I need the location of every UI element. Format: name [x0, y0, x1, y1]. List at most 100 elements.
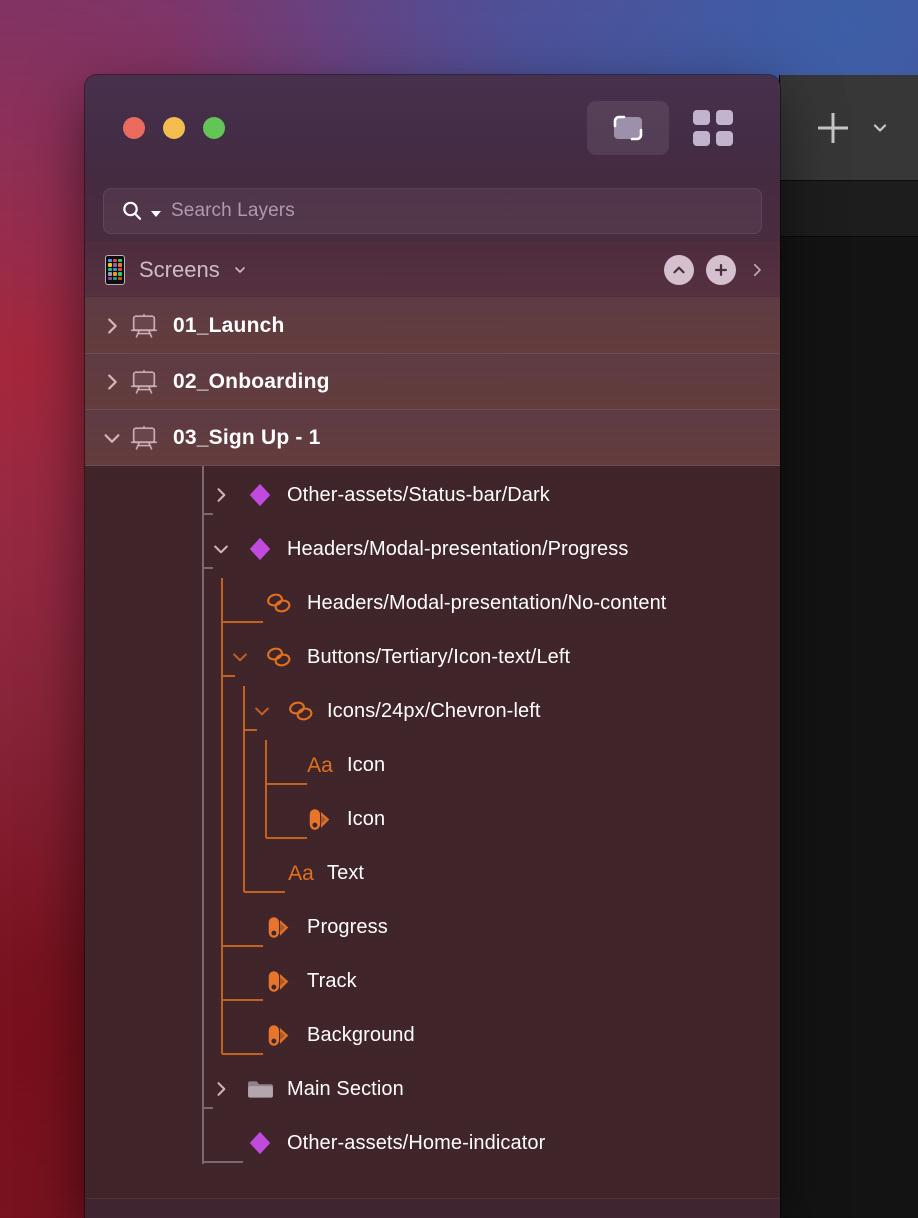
- chevron-down-icon: [255, 707, 269, 716]
- layer-label: Background: [307, 1023, 415, 1046]
- symbol-diamond-icon: [249, 1131, 271, 1155]
- layer-label: Track: [307, 969, 357, 992]
- layer-icon: [245, 534, 275, 564]
- layer-label: Icons/24px/Chevron-left: [327, 699, 541, 722]
- phone-icon-cell: [118, 276, 122, 281]
- artboard-icon: [129, 369, 159, 395]
- symbol-instance-icon: [267, 647, 291, 667]
- page-actions: [664, 242, 766, 297]
- grid-view-icon: [693, 110, 733, 146]
- layer-row[interactable]: Main Section: [85, 1062, 780, 1116]
- layer-row[interactable]: Icons/24px/Chevron-left: [85, 684, 780, 738]
- layer-twisty[interactable]: [209, 483, 233, 507]
- layer-row[interactable]: Background: [85, 1008, 780, 1062]
- phone-icon-cell: [113, 272, 117, 276]
- layer-twisty[interactable]: [228, 645, 252, 669]
- phone-icon-cell: [108, 263, 112, 267]
- search-input[interactable]: Search Layers: [103, 188, 762, 234]
- artboard-twisty[interactable]: [101, 315, 123, 337]
- phone-icon-cell: [108, 272, 112, 276]
- artboard-icon: [129, 313, 159, 339]
- phone-icon-cell: [108, 258, 112, 263]
- artboard-icon: [130, 425, 158, 450]
- layer-icon: Aa: [286, 858, 316, 888]
- background-window[interactable]: [779, 75, 918, 1218]
- artboard-label: 01_Launch: [173, 313, 285, 337]
- chevron-down-icon[interactable]: [232, 262, 248, 278]
- layer-row[interactable]: Other-assets/Home-indicator: [85, 1116, 780, 1170]
- page-header-row[interactable]: Screens: [85, 242, 780, 298]
- plus-icon[interactable]: [818, 113, 848, 143]
- chevron-down-icon[interactable]: [870, 118, 890, 138]
- symbol-instance-icon: [289, 701, 313, 721]
- layer-row[interactable]: Buttons/Tertiary/Icon-text/Left: [85, 630, 780, 684]
- layer-row[interactable]: Track: [85, 954, 780, 1008]
- chevron-down-icon: [233, 653, 247, 662]
- artboard-twisty[interactable]: [101, 371, 123, 393]
- layer-icon: [245, 480, 275, 510]
- artboard-twisty[interactable]: [101, 427, 123, 449]
- view-toggle-group: [587, 101, 745, 155]
- artboard-icon: [130, 369, 158, 394]
- phone-icon: [105, 254, 125, 285]
- search-scope-caret-icon[interactable]: [151, 211, 161, 217]
- layer-row[interactable]: Progress: [85, 900, 780, 954]
- next-page-button[interactable]: [748, 261, 766, 279]
- layer-icon: [245, 1128, 275, 1158]
- chevron-right-icon: [108, 373, 117, 390]
- artboard-label: 03_Sign Up - 1: [173, 425, 321, 449]
- layer-icon: [264, 588, 294, 618]
- layer-label: Other-assets/Status-bar/Dark: [287, 483, 550, 506]
- layer-icon: Aa: [305, 750, 335, 780]
- symbol-diamond-icon: [249, 483, 271, 507]
- layer-label: Main Section: [287, 1077, 404, 1100]
- layer-icon: [264, 912, 294, 942]
- symbol-diamond-icon: [249, 537, 271, 561]
- shape-layer-icon: [268, 916, 289, 938]
- layer-row[interactable]: Headers/Modal-presentation/Progress: [85, 522, 780, 576]
- layer-icon: [305, 804, 335, 834]
- close-button[interactable]: [123, 116, 145, 139]
- layer-row[interactable]: Icon: [85, 792, 780, 846]
- phone-icon-cell: [108, 267, 112, 272]
- collapse-all-button[interactable]: [664, 254, 694, 285]
- phone-icon-cell: [118, 263, 122, 267]
- background-window-toolbar: [780, 75, 918, 181]
- layer-row[interactable]: Other-assets/Status-bar/Dark: [85, 468, 780, 522]
- layer-row[interactable]: Aa Icon: [85, 738, 780, 792]
- layer-label: Text: [327, 861, 365, 884]
- artboard-row[interactable]: 02_Onboarding: [85, 354, 780, 410]
- search-placeholder-text: Search Layers: [171, 200, 295, 221]
- add-artboard-button[interactable]: [706, 254, 736, 285]
- layer-twisty[interactable]: [209, 1077, 233, 1101]
- grid-view-button[interactable]: [681, 101, 745, 155]
- canvas-view-icon: [613, 115, 643, 141]
- phone-icon-cell: [113, 276, 117, 281]
- layer-twisty[interactable]: [250, 699, 274, 723]
- chevron-right-icon: [217, 1082, 226, 1096]
- artboard-icon: [129, 425, 159, 451]
- canvas-view-button[interactable]: [587, 101, 669, 155]
- layer-icon: [264, 966, 294, 996]
- minimize-button[interactable]: [163, 116, 185, 139]
- search-icon[interactable]: [120, 199, 144, 223]
- window-titlebar: [85, 75, 780, 180]
- phone-icon-cell: [118, 267, 122, 272]
- phone-icon-cell: [113, 258, 117, 263]
- page-title: Screens: [139, 256, 220, 282]
- background-window-strip: [780, 181, 918, 237]
- phone-icon-cell: [113, 263, 117, 267]
- chevron-right-icon: [108, 317, 117, 334]
- layer-row[interactable]: Headers/Modal-presentation/No-content: [85, 576, 780, 630]
- artboard-label: 02_Onboarding: [173, 369, 330, 393]
- layer-row[interactable]: Aa Text: [85, 846, 780, 900]
- layer-icon: [264, 1020, 294, 1050]
- artboard-row[interactable]: 03_Sign Up - 1: [85, 410, 780, 466]
- layer-twisty[interactable]: [209, 537, 233, 561]
- shape-layer-icon: [268, 970, 289, 992]
- artboard-row[interactable]: 01_Launch: [85, 298, 780, 354]
- chevron-down-icon: [214, 545, 228, 554]
- zoom-button[interactable]: [203, 116, 225, 139]
- layer-label: Headers/Modal-presentation/Progress: [287, 537, 629, 560]
- phone-icon-cell: [118, 258, 122, 263]
